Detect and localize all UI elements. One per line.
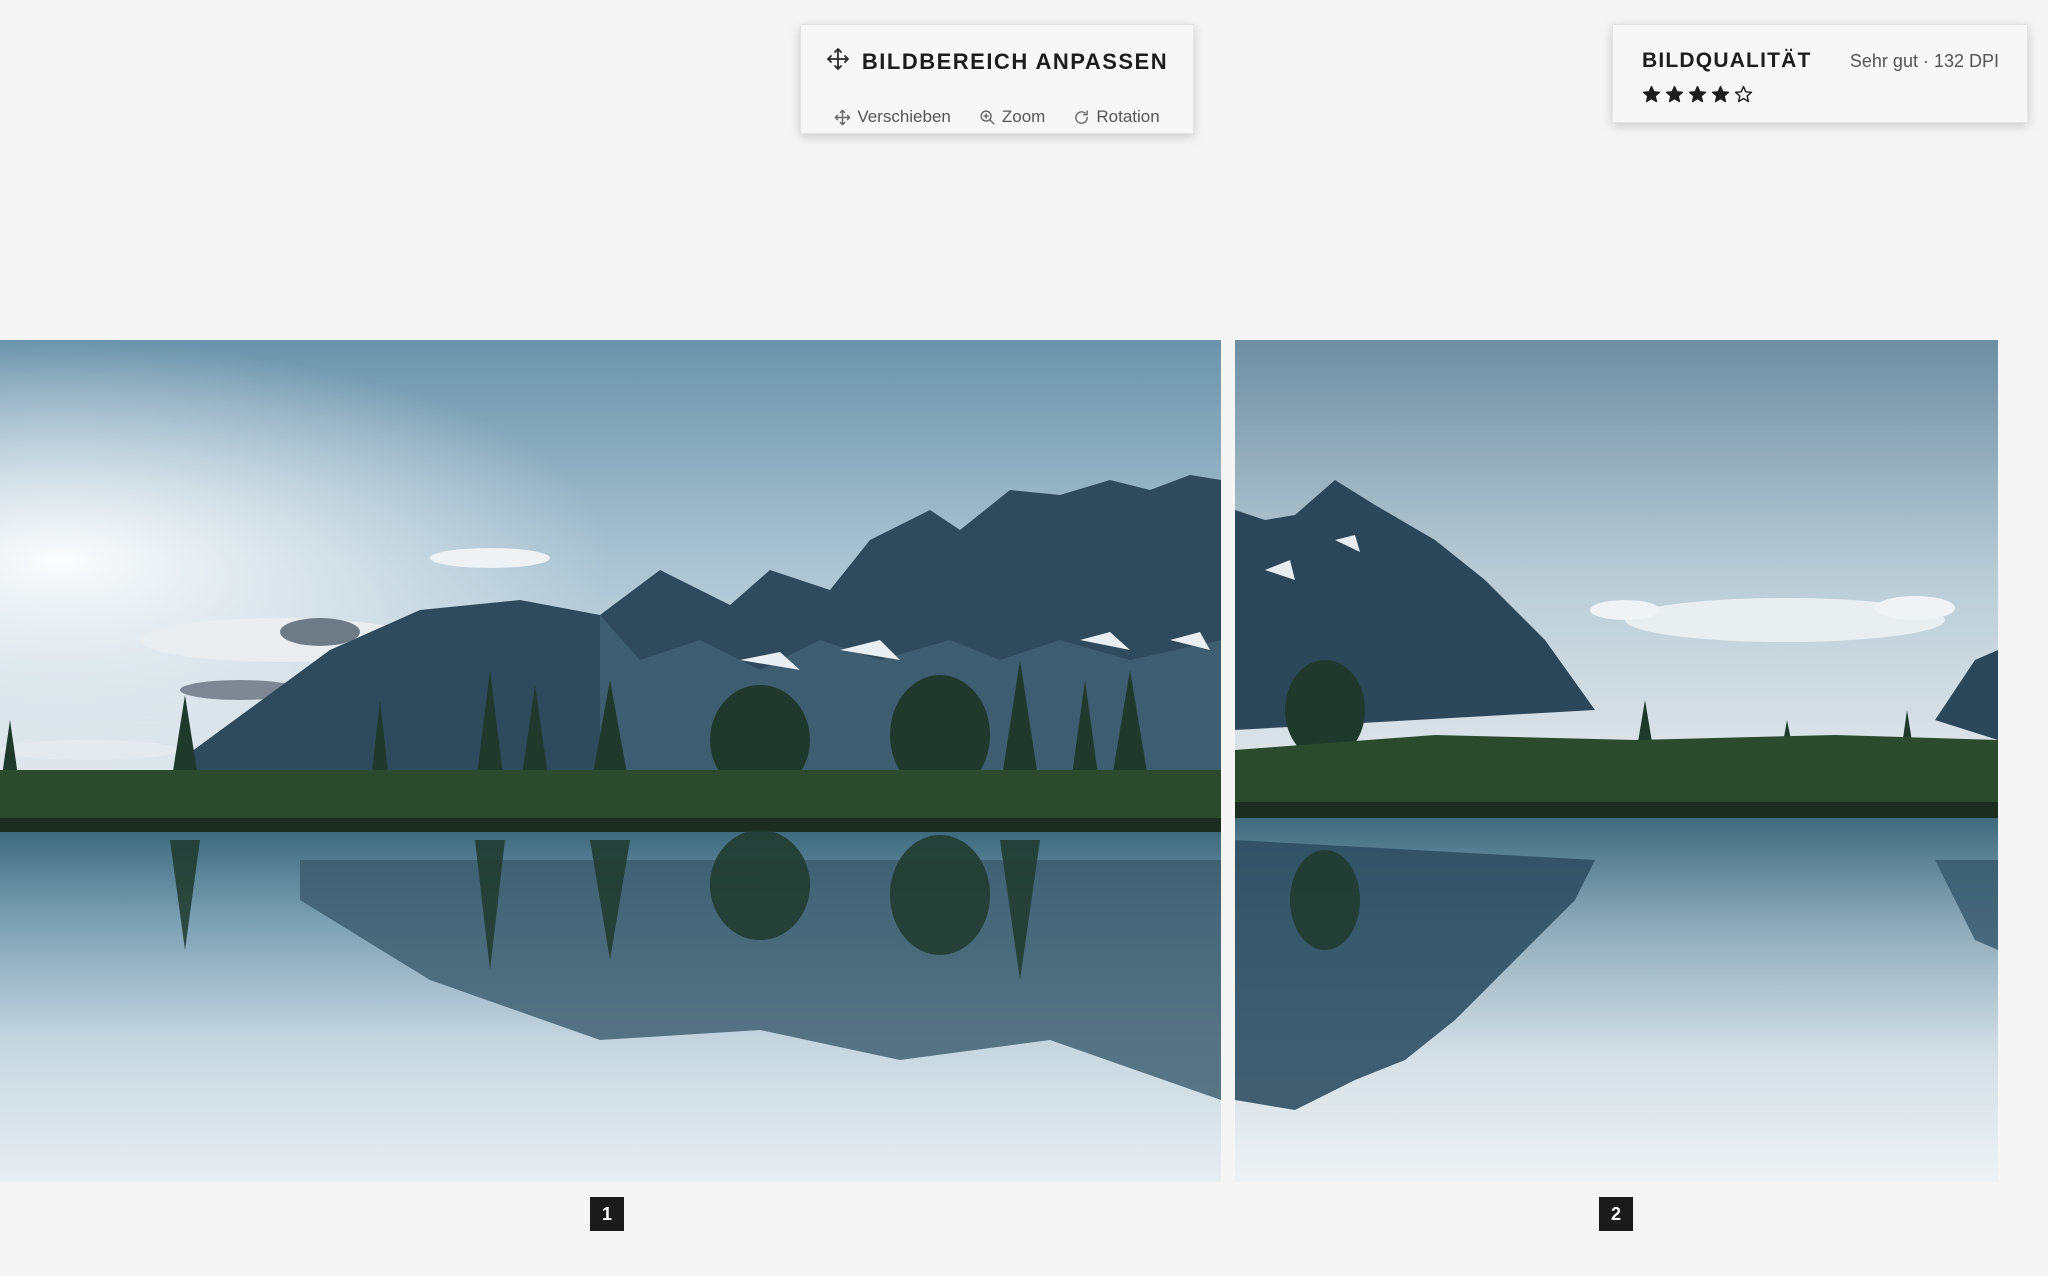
panel-number-badge-1: 1	[590, 1197, 624, 1231]
move-icon	[834, 109, 851, 126]
landscape-photo	[1235, 340, 1998, 1182]
rotate-icon	[1073, 109, 1090, 126]
canvas-panel-2[interactable]	[1235, 340, 1998, 1182]
star-filled-icon	[1688, 85, 1707, 103]
rotation-tool-button[interactable]: Rotation	[1073, 107, 1160, 127]
rotation-tool-label: Rotation	[1096, 107, 1160, 126]
move-icon	[826, 47, 850, 76]
quality-value: Sehr gut · 132 DPI	[1849, 51, 1999, 71]
star-filled-icon	[1665, 85, 1684, 103]
move-tool-button[interactable]: Verschieben	[834, 107, 951, 127]
crop-panel-title: BILDBEREICH ANPASSEN	[861, 48, 1169, 74]
move-tool-label: Verschieben	[857, 107, 951, 126]
panel-number-badge-2: 2	[1599, 1197, 1633, 1231]
star-empty-icon	[1734, 85, 1753, 103]
star-filled-icon	[1642, 85, 1661, 103]
landscape-photo	[0, 340, 1221, 1182]
quality-rating	[1642, 85, 1753, 104]
crop-tools: Verschieben Zoom Rotation	[801, 107, 1193, 127]
zoom-tool-label: Zoom	[1001, 107, 1046, 126]
crop-panel-header: BILDBEREICH ANPASSEN	[801, 47, 1193, 76]
canvas-panel-1[interactable]	[0, 340, 1221, 1182]
zoom-tool-button[interactable]: Zoom	[979, 107, 1045, 127]
quality-label: BILDQUALITÄT	[1642, 49, 1812, 72]
zoom-in-icon	[979, 109, 996, 126]
star-filled-icon	[1711, 85, 1730, 103]
crop-panel: BILDBEREICH ANPASSEN Verschieben Zoom Ro…	[800, 24, 1194, 134]
image-quality-panel: BILDQUALITÄT Sehr gut · 132 DPI	[1612, 24, 2028, 123]
